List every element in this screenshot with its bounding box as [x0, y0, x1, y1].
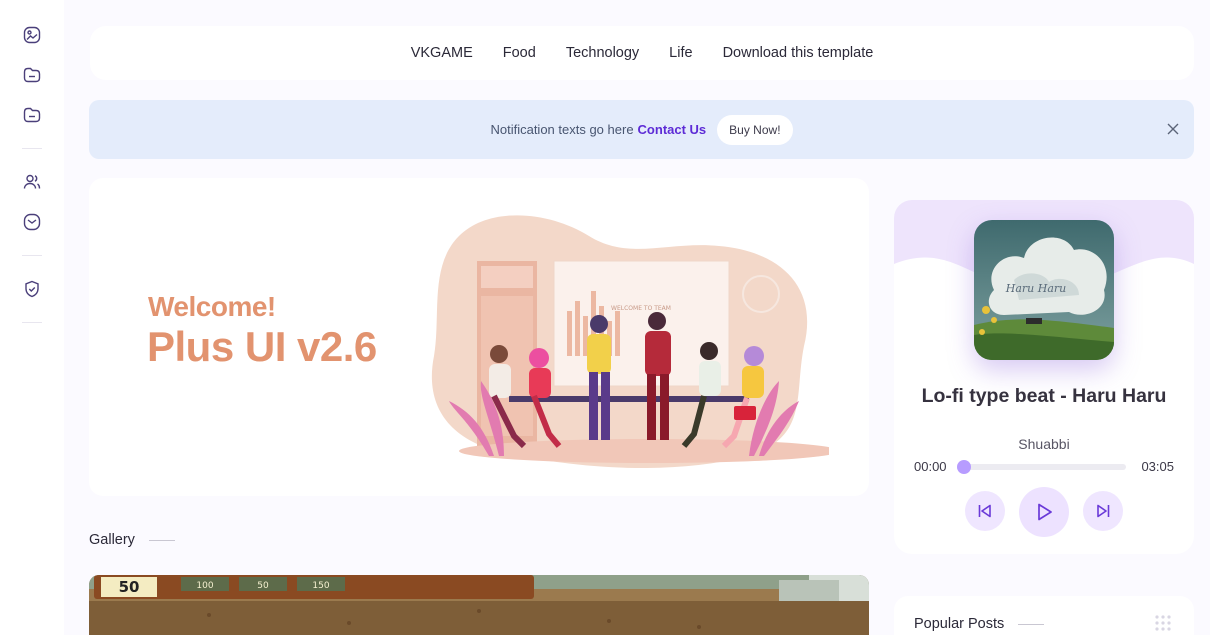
dots-grid-icon	[1155, 615, 1171, 631]
track-duration: 03:05	[1141, 459, 1174, 474]
hero-title: Plus UI v2.6	[147, 323, 377, 370]
heading-divider	[1018, 623, 1045, 625]
popular-posts-title: Popular Posts	[914, 616, 1005, 632]
play-icon	[1038, 503, 1052, 521]
notification-text: Notification texts go here	[490, 122, 634, 137]
popular-posts-heading: Popular Posts	[914, 616, 1045, 632]
sidebar-divider	[22, 322, 42, 323]
hero-banner: Welcome! Plus UI v2.6 WELCOME TO TEAM	[89, 178, 869, 496]
folder-icon[interactable]	[21, 104, 43, 126]
close-icon[interactable]	[1166, 122, 1180, 136]
gallery-title: Gallery	[89, 532, 135, 548]
top-nav: VKGAME Food Technology Life Download thi…	[90, 26, 1194, 80]
gallery-heading: Gallery	[89, 532, 175, 548]
progress-handle[interactable]	[957, 460, 971, 474]
hero-welcome: Welcome!	[148, 291, 276, 322]
track-artist: Shuabbi	[1018, 436, 1070, 452]
popular-posts-widget: Popular Posts	[894, 596, 1194, 635]
team-meeting-illustration: WELCOME TO TEAM	[431, 215, 829, 468]
progress-slider[interactable]	[957, 460, 1126, 474]
card-cost: 50	[257, 581, 269, 591]
users-icon[interactable]	[21, 171, 43, 193]
nav-item-vkgame[interactable]: VKGAME	[411, 45, 473, 61]
sidebar-divider	[22, 148, 42, 149]
image-gallery-icon[interactable]	[21, 24, 43, 46]
nav-item-life[interactable]: Life	[669, 45, 692, 61]
skip-forward-icon	[1097, 504, 1110, 518]
skip-back-icon	[978, 504, 991, 518]
sun-counter: 50	[119, 578, 140, 596]
gallery-image[interactable]: 50 100 50 150	[89, 575, 869, 635]
music-player: Haru Haru Lo-fi type beat - Haru Haru Sh…	[894, 200, 1194, 554]
contact-us-link[interactable]: Contact Us	[638, 122, 707, 137]
shield-check-icon[interactable]	[21, 278, 43, 300]
current-time: 00:00	[914, 459, 947, 474]
cover-text: Haru Haru	[1005, 282, 1066, 295]
sidebar-divider	[22, 255, 42, 256]
card-cost: 100	[196, 581, 213, 591]
game-screenshot: 50 100 50 150	[89, 575, 869, 635]
notification-bar: Notification texts go here Contact Us Bu…	[89, 100, 1194, 159]
card-cost: 150	[312, 581, 329, 591]
album-cover: Haru Haru	[974, 220, 1114, 360]
heading-divider	[148, 539, 175, 541]
track-title: Lo-fi type beat - Haru Haru	[921, 385, 1167, 407]
folder-icon[interactable]	[21, 64, 43, 86]
whiteboard-text: WELCOME TO TEAM	[611, 305, 671, 312]
sidebar	[0, 0, 64, 635]
nav-item-food[interactable]: Food	[503, 45, 536, 61]
mail-icon[interactable]	[21, 211, 43, 233]
nav-item-technology[interactable]: Technology	[566, 45, 639, 61]
play-button[interactable]	[1019, 487, 1069, 537]
previous-button[interactable]	[965, 491, 1005, 531]
buy-now-button[interactable]: Buy Now!	[717, 114, 793, 145]
nav-item-download-template[interactable]: Download this template	[723, 45, 874, 61]
next-button[interactable]	[1083, 491, 1123, 531]
